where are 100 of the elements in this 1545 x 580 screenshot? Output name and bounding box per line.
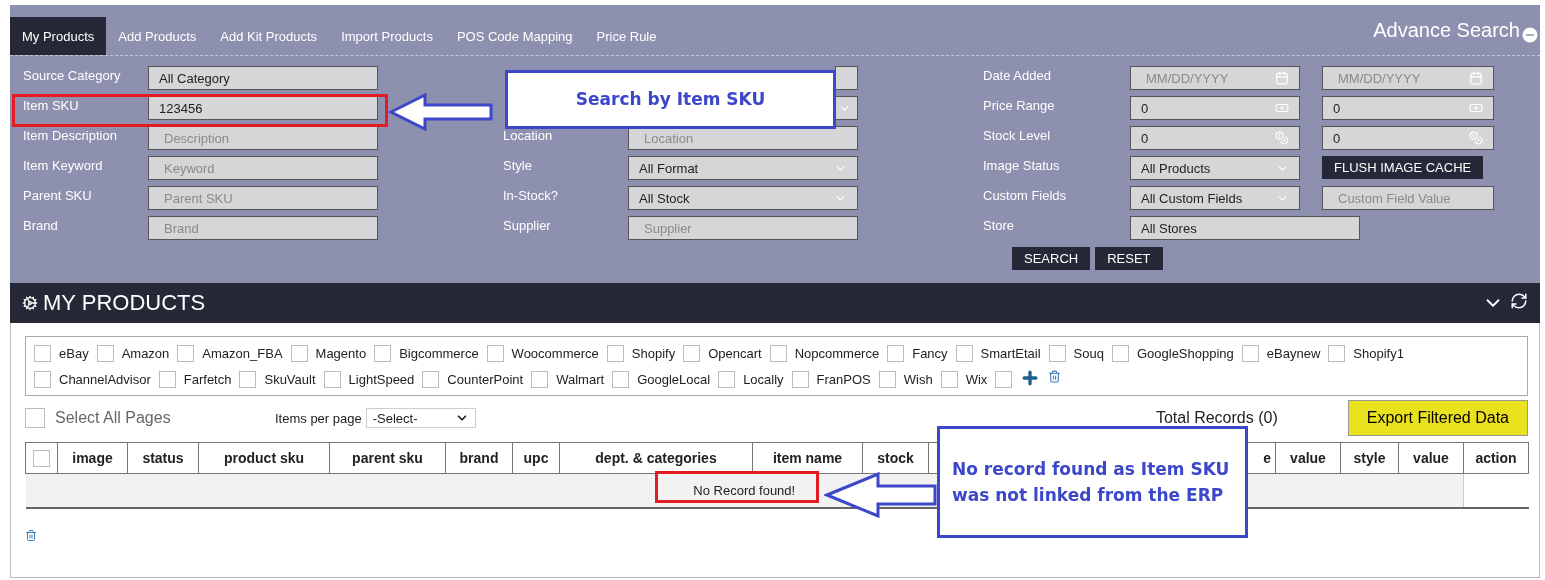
checkbox[interactable] <box>791 370 809 388</box>
checkbox[interactable] <box>718 370 736 388</box>
filter-label: Image Status <box>983 157 1061 175</box>
checkbox[interactable] <box>239 370 257 388</box>
filter-label: Source Category <box>23 67 122 85</box>
checkbox[interactable] <box>683 344 701 362</box>
checkbox[interactable] <box>177 344 195 362</box>
channel-label: Farfetch <box>183 371 232 387</box>
export-button[interactable]: Export Filtered Data <box>1347 400 1528 436</box>
coins-icon <box>1469 131 1483 145</box>
filter-label: Brand <box>23 217 59 235</box>
filter-label: Custom Fields <box>983 187 1068 205</box>
input-field[interactable]: All Category <box>148 66 378 90</box>
collapse-icon[interactable] <box>1520 25 1540 45</box>
checkbox[interactable] <box>33 449 50 467</box>
select-field[interactable]: All Products <box>1130 156 1300 180</box>
input-field[interactable] <box>835 66 858 90</box>
channel-label: LightSpeed <box>348 371 415 387</box>
channel-label: Locally <box>743 371 784 387</box>
coins-icon <box>1275 131 1289 145</box>
checkbox[interactable] <box>878 370 896 388</box>
checkbox[interactable] <box>940 370 958 388</box>
input-field[interactable]: All Stores <box>1130 216 1360 240</box>
flush-image-cache-button[interactable]: FLUSH IMAGE CACHE <box>1322 156 1484 179</box>
checkbox[interactable] <box>887 344 905 362</box>
price-field[interactable]: 0 <box>1322 96 1494 120</box>
checkbox[interactable] <box>769 344 787 362</box>
quantity-field[interactable]: 0 <box>1130 126 1300 150</box>
filter-label: Date Added <box>983 67 1052 85</box>
filter-label: Location <box>503 127 554 145</box>
checkbox[interactable] <box>1328 344 1346 362</box>
items-per-page-select[interactable]: -Select- <box>365 408 476 428</box>
checkbox[interactable] <box>290 344 308 362</box>
column-header: image <box>57 442 128 474</box>
checkbox[interactable] <box>34 344 51 362</box>
channel-label: Nopcommerce <box>794 345 880 361</box>
checkbox[interactable] <box>1241 344 1259 362</box>
filter-label: Parent SKU <box>23 187 93 205</box>
panel-title: MY PRODUCTS <box>43 290 206 316</box>
search-form-button[interactable]: RESET <box>1095 247 1163 270</box>
empty-message: No Record found! <box>693 483 796 498</box>
annotation-callout: Search by Item SKU <box>505 70 836 129</box>
checkbox[interactable] <box>34 370 51 388</box>
filter-label: Supplier <box>503 217 552 235</box>
column-header: action <box>1463 442 1529 474</box>
checkbox[interactable] <box>486 344 504 362</box>
gear-icon <box>22 295 38 311</box>
channel-label: Magento <box>315 345 367 361</box>
filter-label: Price Range <box>983 97 1056 115</box>
channel-label: Walmart <box>556 371 605 387</box>
checkbox[interactable] <box>25 408 45 428</box>
checkbox[interactable] <box>1048 344 1066 362</box>
price-field[interactable]: 0 <box>1130 96 1300 120</box>
checkbox[interactable] <box>606 344 624 362</box>
channel-label: eBaynew <box>1266 345 1321 361</box>
channel-label: Souq <box>1073 345 1104 361</box>
column-header: parent sku <box>329 442 446 474</box>
total-records: Total Records (0) <box>1155 409 1278 427</box>
checkbox[interactable] <box>531 370 549 388</box>
checkbox[interactable] <box>955 344 973 362</box>
annotation-callout: No record found as Item SKU was not linked from the ERP <box>937 426 1248 538</box>
checkbox[interactable] <box>422 370 440 388</box>
column-header: status <box>127 442 199 474</box>
column-header: value <box>1275 442 1341 474</box>
channel-label: Shopify1 <box>1353 345 1404 361</box>
checkbox[interactable] <box>1111 344 1129 362</box>
channel-label: Opencart <box>708 345 762 361</box>
checkbox[interactable] <box>995 370 1013 388</box>
channel-label: Bigcommerce <box>399 345 479 361</box>
trash-icon[interactable] <box>25 529 37 542</box>
channel-label: Shopify <box>631 345 676 361</box>
channel-label: GoogleLocal <box>637 371 711 387</box>
search-form-button[interactable]: SEARCH <box>1012 247 1091 270</box>
checkbox[interactable] <box>323 370 341 388</box>
filter-label: Item SKU <box>23 97 80 115</box>
select-field[interactable]: All Stock <box>628 186 858 210</box>
channel-label: Wix <box>965 371 988 387</box>
quantity-field[interactable]: 0 <box>1322 126 1494 150</box>
channel-label: GoogleShopping <box>1136 345 1234 361</box>
advance-search-title: Advance Search <box>1373 19 1520 42</box>
select-field[interactable]: All Format <box>628 156 858 180</box>
filter-label: Item Description <box>23 127 118 145</box>
input-field[interactable]: 123456 <box>148 96 378 120</box>
trash-icon[interactable] <box>1048 370 1062 383</box>
checkbox[interactable] <box>374 344 392 362</box>
refresh-icon[interactable] <box>1510 292 1528 310</box>
filter-label: Store <box>983 217 1016 235</box>
checkbox[interactable] <box>96 344 114 362</box>
column-header: stock <box>862 442 929 474</box>
select-field[interactable] <box>835 96 858 120</box>
channel-label: SmartEtail <box>980 345 1041 361</box>
channel-label: Amazon <box>121 345 170 361</box>
banknote-icon <box>1275 101 1289 115</box>
items-per-page-label: Items per page <box>275 410 362 426</box>
checkbox[interactable] <box>158 370 176 388</box>
filter-label: Stock Level <box>983 127 1052 145</box>
select-field[interactable]: All Custom Fields <box>1130 186 1300 210</box>
checkbox[interactable] <box>612 370 630 388</box>
tab[interactable]: My Products <box>10 17 107 55</box>
banknote-icon <box>1469 101 1483 115</box>
